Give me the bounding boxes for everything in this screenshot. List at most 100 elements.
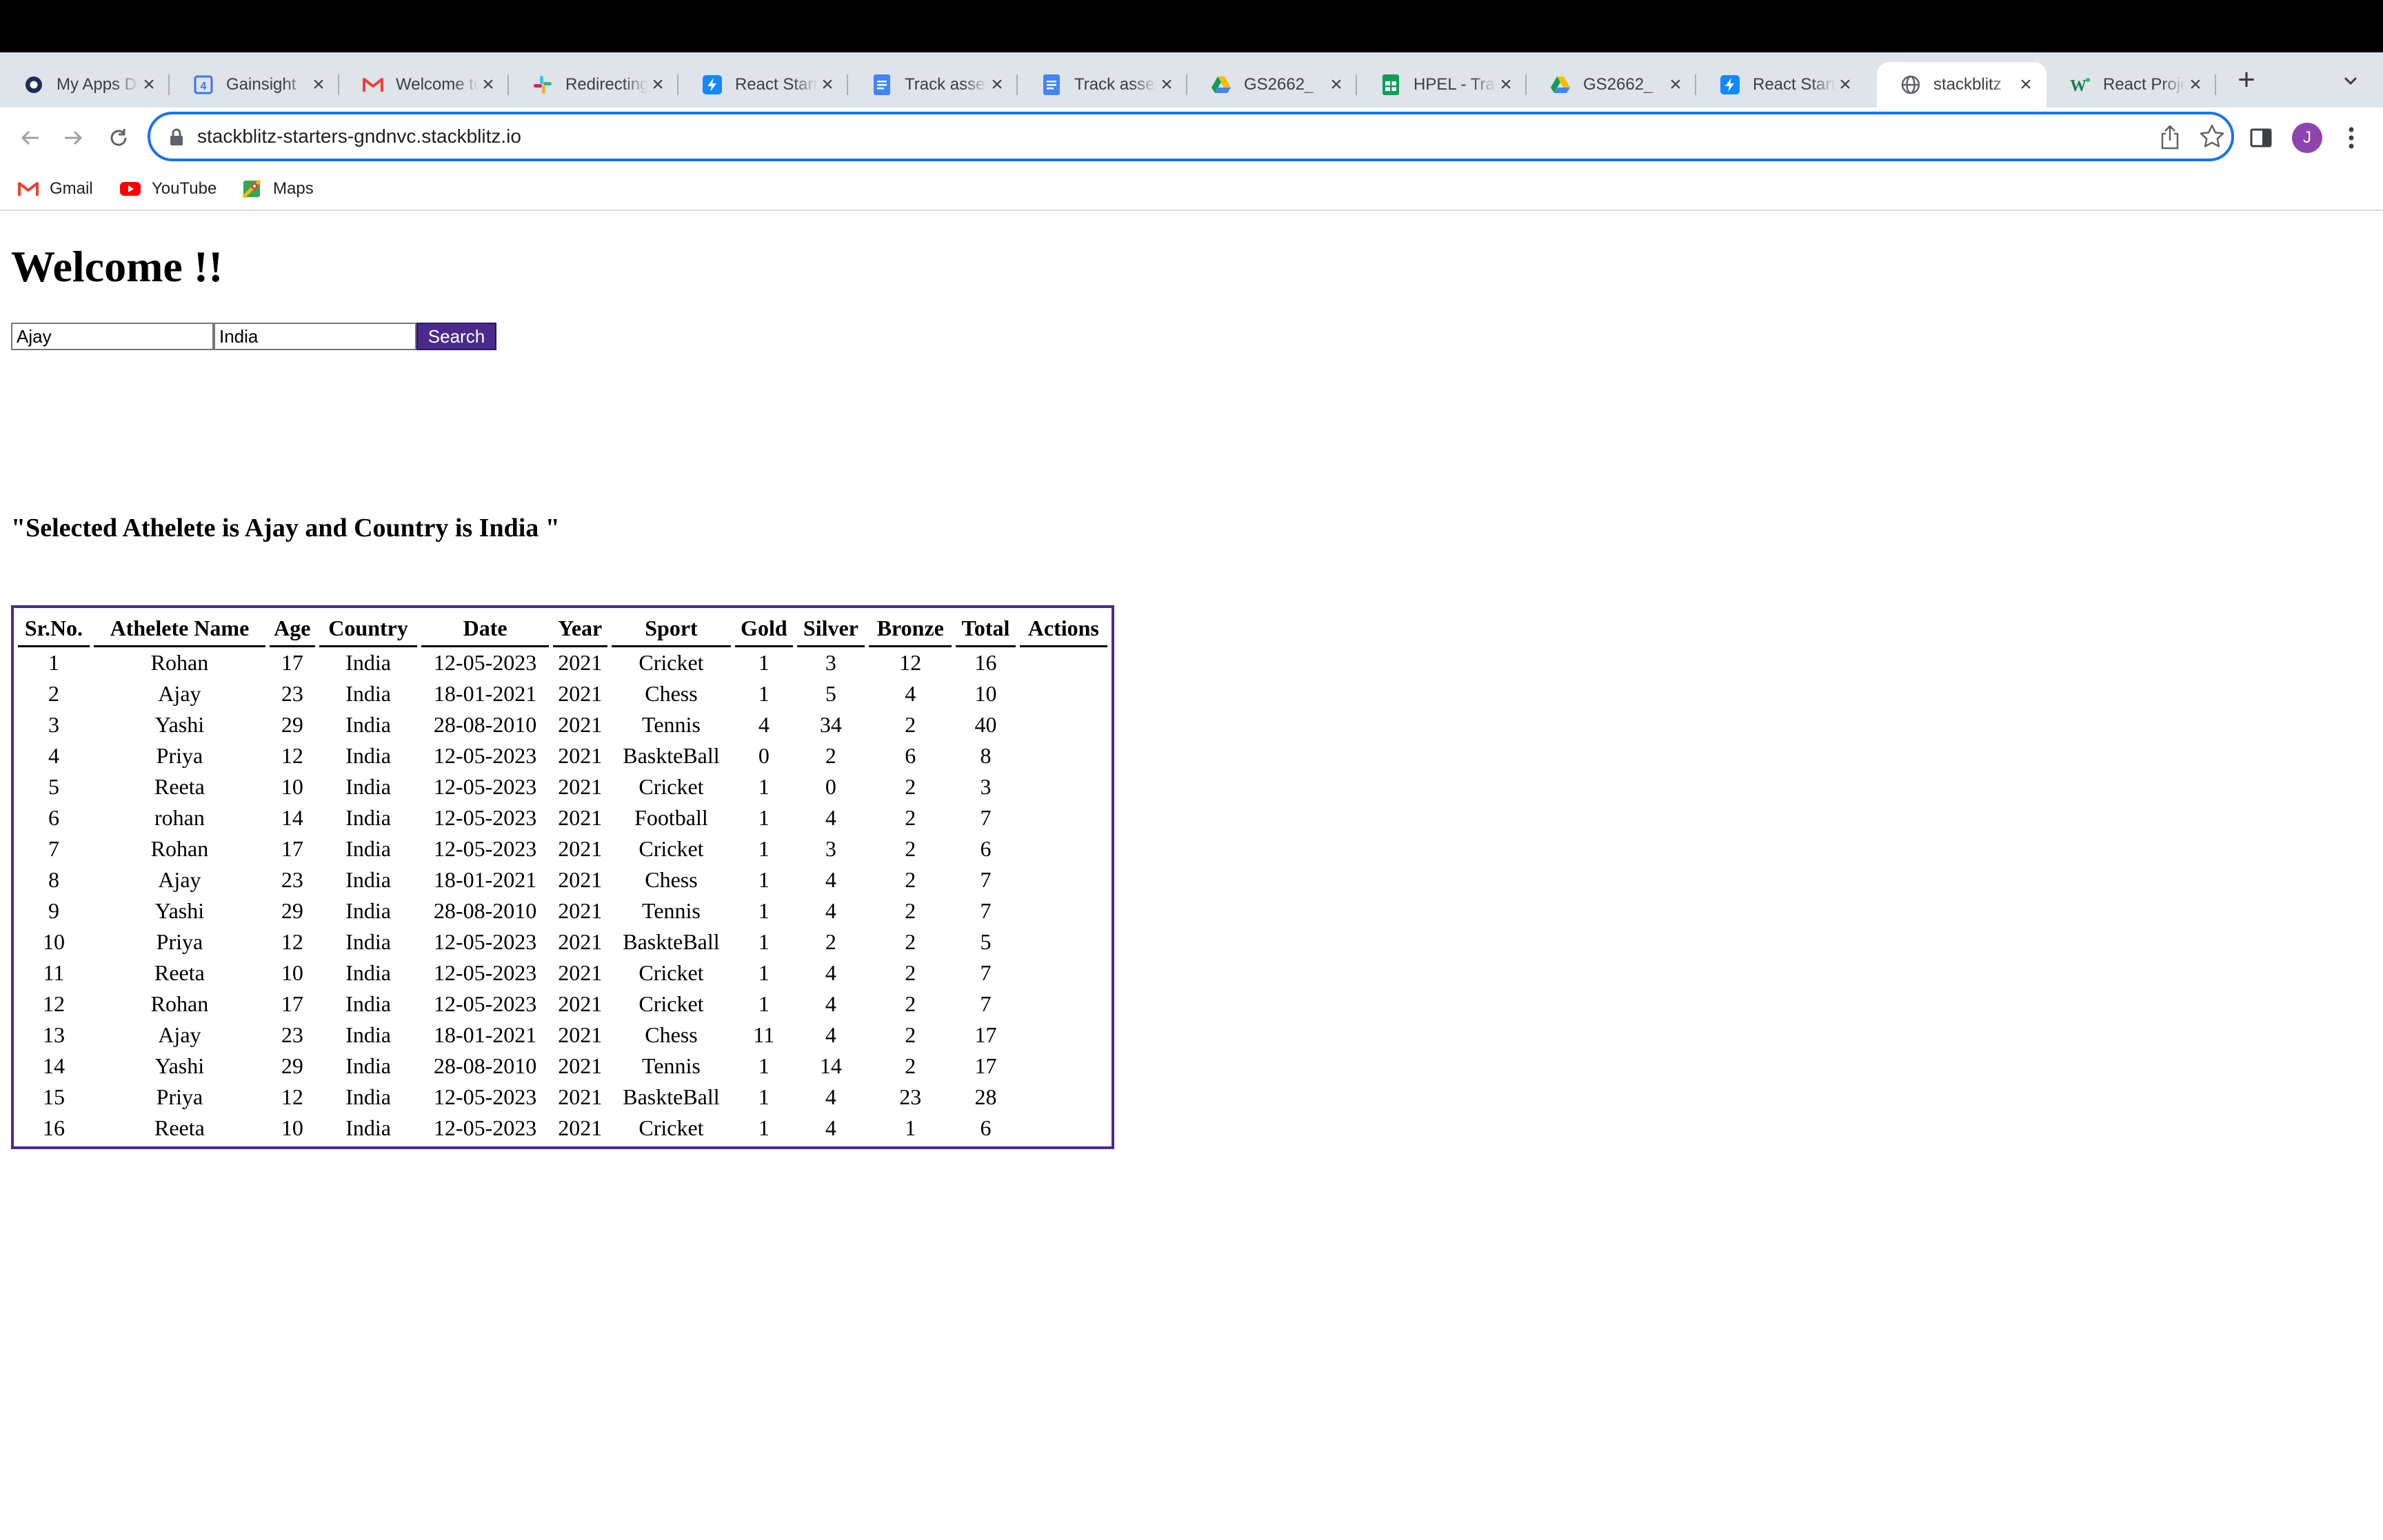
tab-drive-gs2662-2[interactable]: GS2662_ × xyxy=(1527,62,1696,108)
table-cell: 3 xyxy=(980,774,992,799)
table-cell: India xyxy=(345,712,391,737)
kebab-menu-icon[interactable] xyxy=(2344,124,2358,152)
table-cell: 14 xyxy=(281,805,303,830)
table-cell: 12-05-2023 xyxy=(433,836,537,861)
side-panel-icon[interactable] xyxy=(2249,127,2273,149)
tab-drive-gs2662[interactable]: GS2662_ × xyxy=(1187,62,1357,108)
table-cell: 23 xyxy=(281,1022,303,1047)
search-button[interactable]: Search xyxy=(416,323,496,350)
profile-avatar[interactable]: J xyxy=(2292,123,2322,153)
tab-track-assets[interactable]: Track assets × xyxy=(848,62,1018,108)
table-row: 12 Rohan 17 India 12-05-2023 2021 Cricket 1 4 2 7 xyxy=(18,989,1107,1020)
table-cell: 6 xyxy=(905,743,916,768)
table-cell: 7 xyxy=(980,960,992,985)
table-cell: 2 xyxy=(905,867,916,892)
table-cell: 2021 xyxy=(558,1022,603,1047)
table-cell: 4 xyxy=(825,1022,836,1047)
table-cell: 12 xyxy=(42,991,65,1016)
tab-stackblitz-active[interactable]: stackblitz × xyxy=(1877,62,2047,108)
gmail-icon xyxy=(17,180,40,198)
table-cell: 4 xyxy=(825,805,836,830)
table-cell: 1 xyxy=(758,898,770,923)
table-cell: 4 xyxy=(825,991,836,1016)
table-cell: 12-05-2023 xyxy=(433,805,537,830)
table-cell: 1 xyxy=(758,805,770,830)
table-cell xyxy=(1020,864,1107,895)
share-icon[interactable] xyxy=(2158,124,2182,150)
tab-title: React Starter xyxy=(1753,75,1836,94)
drive-icon xyxy=(1550,74,1571,95)
bookmark-youtube[interactable]: YouTube xyxy=(119,178,217,200)
selection-summary: "Selected Athelete is Ajay and Country i… xyxy=(11,514,560,543)
close-icon[interactable]: × xyxy=(309,74,328,95)
table-cell: 18-01-2021 xyxy=(433,867,537,892)
close-icon[interactable]: × xyxy=(648,74,667,95)
tab-react-project[interactable]: W React Project × xyxy=(2047,62,2216,108)
bookmark-gmail[interactable]: Gmail xyxy=(17,178,93,200)
youtube-icon xyxy=(119,180,142,198)
country-input[interactable] xyxy=(214,323,416,350)
table-cell: 16 xyxy=(974,650,997,675)
close-icon[interactable]: × xyxy=(987,74,1007,95)
tab-my-apps[interactable]: My Apps Dashboard × xyxy=(0,62,170,108)
table-cell: India xyxy=(345,867,391,892)
stackblitz-icon xyxy=(702,74,723,95)
address-bar[interactable] xyxy=(148,112,2234,161)
close-icon[interactable]: × xyxy=(479,74,498,95)
table-cell: 0 xyxy=(758,743,770,768)
close-icon[interactable]: × xyxy=(818,74,837,95)
table-cell: 12 xyxy=(281,1084,303,1109)
tab-gmail[interactable]: Welcome to Gmail × xyxy=(339,62,509,108)
new-tab-plus-icon[interactable]: + xyxy=(2231,65,2262,95)
back-arrow-icon[interactable] xyxy=(14,121,47,154)
column-header: Gold xyxy=(735,611,793,647)
forward-arrow-icon[interactable] xyxy=(57,121,90,154)
table-cell: Tennis xyxy=(642,1053,701,1078)
close-icon[interactable]: × xyxy=(2016,74,2035,95)
table-cell: India xyxy=(345,1022,391,1047)
table-cell: 10 xyxy=(281,774,303,799)
table-cell xyxy=(1020,1051,1107,1082)
stackblitz-icon xyxy=(1720,74,1740,95)
table-cell: India xyxy=(345,898,391,923)
table-cell: 16 xyxy=(42,1115,65,1140)
tab-title: GS2662_ xyxy=(1244,75,1314,94)
close-icon[interactable]: × xyxy=(1327,74,1346,95)
table-cell: Cricket xyxy=(639,650,704,675)
table-cell: 6 xyxy=(980,1115,992,1140)
close-icon[interactable]: × xyxy=(2186,74,2205,95)
tab-title: stackblitz xyxy=(1933,75,2002,94)
table-cell xyxy=(1020,802,1107,833)
table-row: 6 rohan 14 India 12-05-2023 2021 Football 1 4 2 7 xyxy=(18,802,1107,833)
table-cell xyxy=(1020,1082,1107,1113)
tab-hpel-tracker[interactable]: HPEL - Tracker × xyxy=(1357,62,1527,108)
close-icon[interactable]: × xyxy=(1157,74,1176,95)
reload-icon[interactable] xyxy=(102,121,135,154)
table-cell: Ajay xyxy=(158,1022,201,1047)
table-cell: 10 xyxy=(42,929,65,954)
tab-slack[interactable]: Redirecting × xyxy=(509,62,678,108)
lock-icon[interactable] xyxy=(168,127,185,148)
close-icon[interactable]: × xyxy=(1496,74,1516,95)
table-cell: BaskteBall xyxy=(623,1084,720,1109)
tab-react-starter[interactable]: React Starter × xyxy=(678,62,848,108)
table-cell: 12-05-2023 xyxy=(433,991,537,1016)
url-input[interactable] xyxy=(197,114,2059,159)
tab-gainsight[interactable]: 4 Gainsight × xyxy=(170,62,339,108)
table-cell: 12 xyxy=(281,743,303,768)
table-cell xyxy=(1020,771,1107,802)
athlete-name-input[interactable] xyxy=(11,323,214,350)
bookmark-star-icon[interactable] xyxy=(2198,123,2226,150)
table-cell: India xyxy=(345,743,391,768)
table-cell: Reeta xyxy=(154,960,205,985)
tab-react-starter-2[interactable]: React Starter × xyxy=(1696,62,1866,108)
bookmark-maps[interactable]: Maps xyxy=(240,178,314,200)
close-icon[interactable]: × xyxy=(1836,74,1855,95)
table-row: 3 Yashi 29 India 28-08-2010 2021 Tennis 4 34 2 40 xyxy=(18,709,1107,740)
tab-track-assets-2[interactable]: Track assets × xyxy=(1018,62,1187,108)
table-cell: 1 xyxy=(758,960,770,985)
tab-search-chevron-icon[interactable] xyxy=(2339,69,2362,92)
close-icon[interactable]: × xyxy=(139,74,159,95)
table-cell: India xyxy=(345,929,391,954)
close-icon[interactable]: × xyxy=(1666,74,1685,95)
